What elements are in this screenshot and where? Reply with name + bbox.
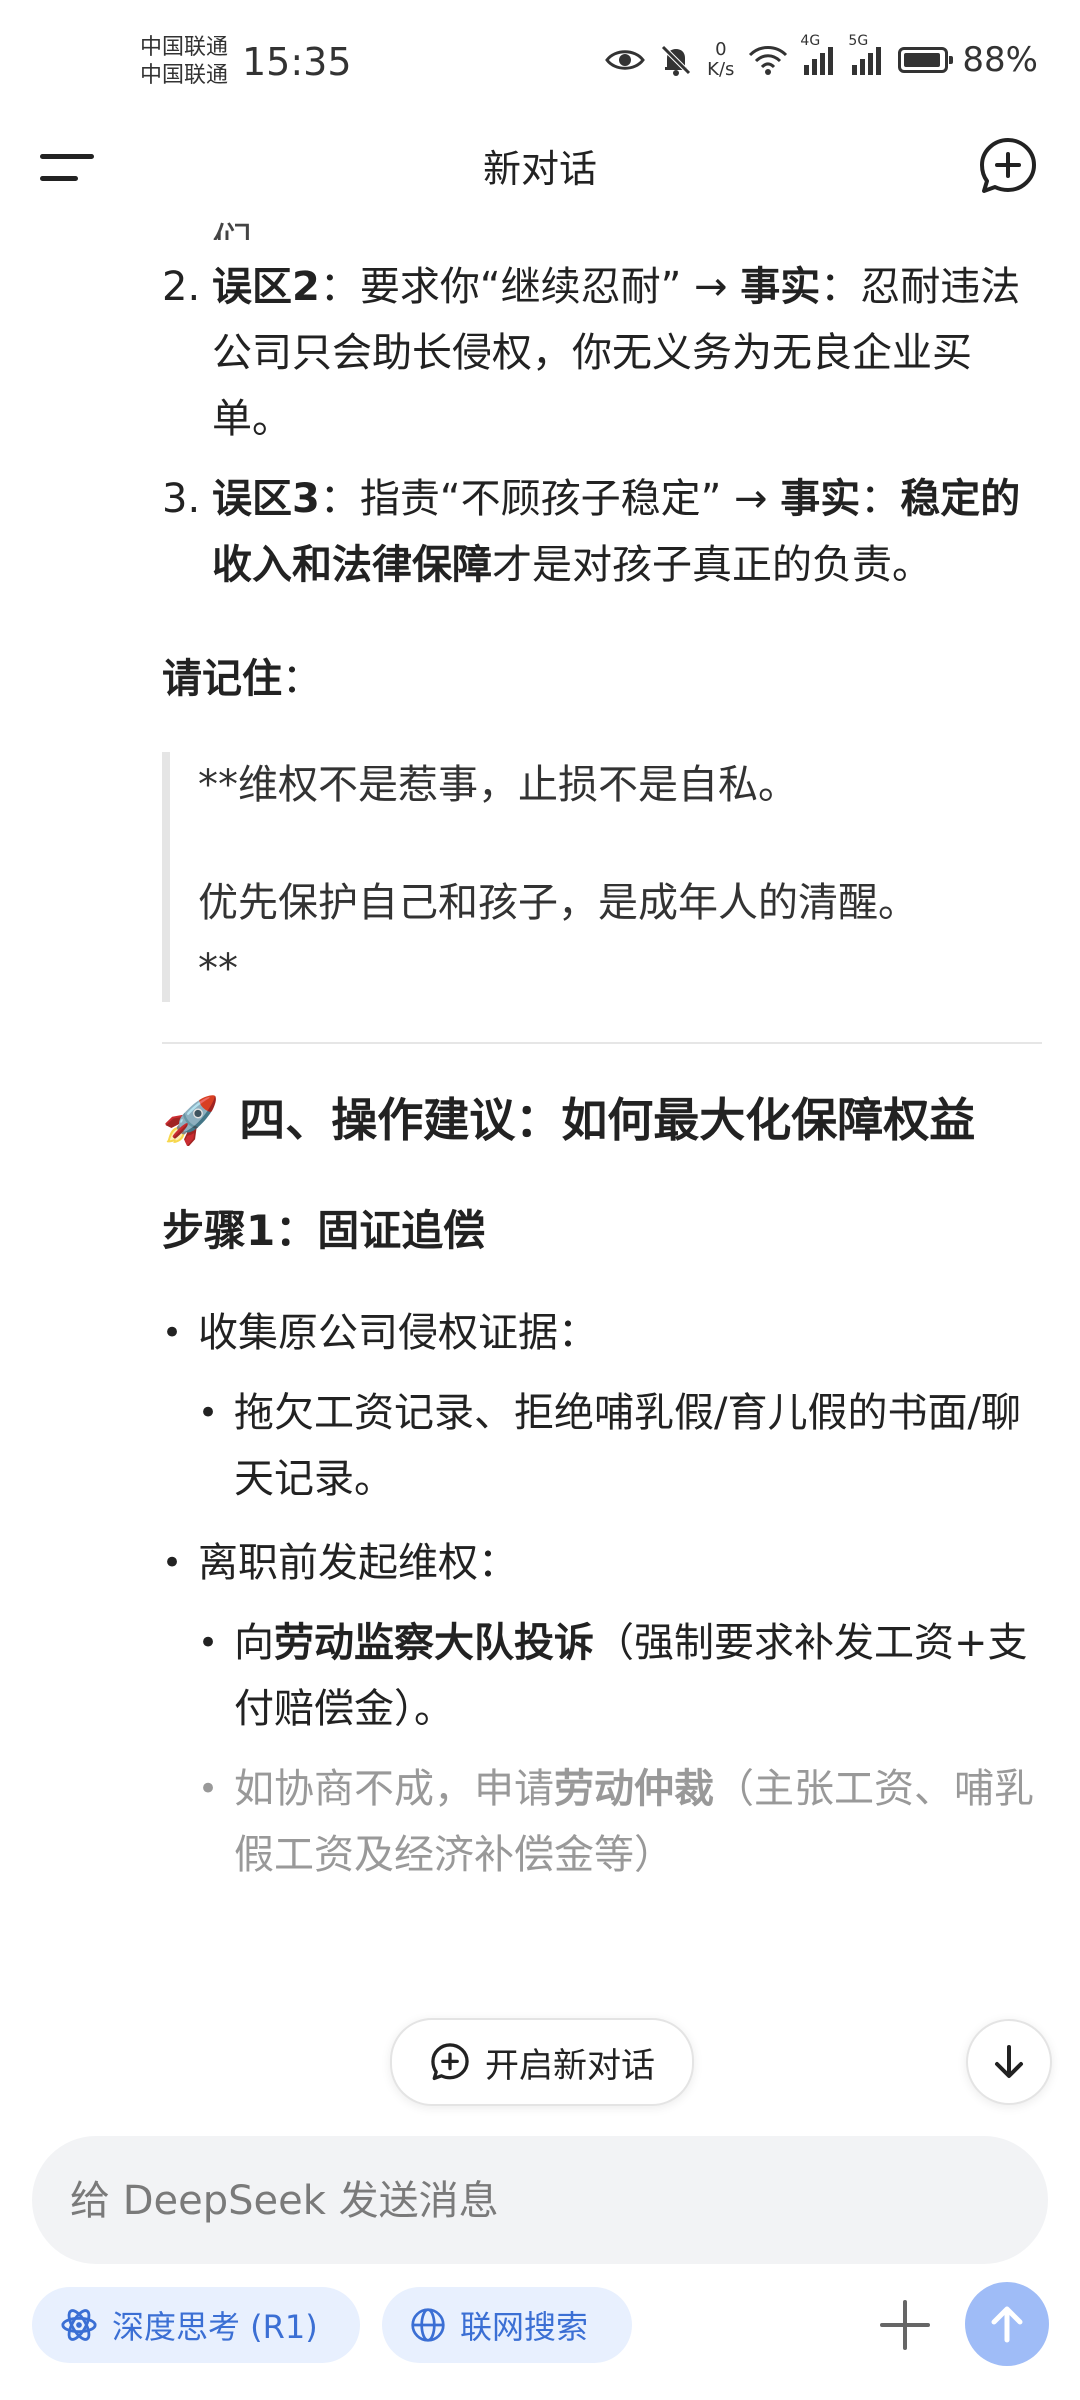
- status-icons: 0 K/s 4G 5G 88%: [605, 33, 1038, 80]
- myth-label: 误区3: [212, 476, 320, 522]
- fact-label: 事实: [740, 264, 821, 310]
- section-title: 四、操作建议：如何最大化保障权益: [239, 1093, 976, 1147]
- section-heading: 🚀 四、操作建议：如何最大化保障权益: [162, 1086, 1042, 1154]
- bullet-text: 如协商不成，申请: [234, 1766, 554, 1812]
- fact-colon: ：: [860, 476, 901, 522]
- bullet-list: 收集原公司侵权证据： 拖欠工资记录、拒绝哺乳假/育儿假的书面/聊天记录。 离职前…: [162, 1300, 1042, 1888]
- list-item: 拖欠工资记录、拒绝哺乳假/育儿假的书面/聊天记录。: [198, 1380, 1042, 1512]
- myth-label: 误区2: [212, 264, 320, 310]
- list-item: 如协商不成，申请劳动仲裁（主张工资、哺乳假工资及经济补偿金等）: [198, 1756, 1042, 1888]
- message-input[interactable]: [68, 2136, 1012, 2266]
- cutoff-text: 们。: [212, 210, 1042, 240]
- net-speed: 0 K/s: [707, 40, 734, 80]
- signal-1-label: 4G: [800, 33, 821, 49]
- quote-line: 优先保护自己和孩子，是成年人的清醒。: [198, 880, 918, 926]
- assistant-message: 们。 2. 误区2：要求你“继续忍耐” → 事实：忍耐违法公司只会助长侵权，你无…: [162, 210, 1042, 2090]
- battery-percent: 88%: [962, 40, 1038, 80]
- mute-bell-icon: [661, 45, 691, 76]
- myth-text: ：指责“不顾孩子稳定” →: [319, 476, 781, 522]
- scroll-down-button[interactable]: [966, 2019, 1052, 2105]
- arrow-down-icon: [995, 2045, 1023, 2078]
- quote-line: **维权不是惹事，止损不是自私。: [198, 762, 798, 808]
- eye-icon: [605, 50, 646, 70]
- wifi-icon: [749, 46, 788, 75]
- net-speed-value: 0: [715, 39, 727, 60]
- quote-gap: [198, 818, 1042, 870]
- list-item: 收集原公司侵权证据： 拖欠工资记录、拒绝哺乳假/育儿假的书面/聊天记录。: [162, 1300, 1042, 1512]
- list-item: 2. 误区2：要求你“继续忍耐” → 事实：忍耐违法公司只会助长侵权，你无义务为…: [162, 254, 1042, 452]
- web-search-label: 联网搜索: [460, 2308, 589, 2346]
- signal-2: 5G: [848, 33, 884, 75]
- remember-colon: ：: [282, 656, 322, 702]
- list-number: 3.: [162, 476, 201, 522]
- divider: [162, 1042, 1042, 1044]
- step-heading: 步骤1：固证追偿: [162, 1206, 486, 1255]
- myth-list: 2. 误区2：要求你“继续忍耐” → 事实：忍耐违法公司只会助长侵权，你无义务为…: [162, 254, 1042, 598]
- carrier-2: 中国联通: [140, 63, 229, 88]
- signal-2-label: 5G: [848, 33, 869, 49]
- status-time: 15:35: [242, 40, 352, 84]
- new-chat-label: 开启新对话: [485, 2045, 655, 2086]
- new-chat-button[interactable]: 开启新对话: [390, 2018, 694, 2106]
- rocket-icon: 🚀: [162, 1093, 220, 1147]
- bullet-emphasis: 劳动仲裁: [554, 1766, 714, 1812]
- list-item: 3. 误区3：指责“不顾孩子稳定” → 事实：稳定的收入和法律保障才是对孩子真正…: [162, 466, 1042, 598]
- app-header: 新对话: [0, 130, 1080, 210]
- web-search-toggle[interactable]: 联网搜索: [382, 2287, 632, 2363]
- signal-bars-icon: [852, 47, 882, 75]
- bullet-text: 拖欠工资记录、拒绝哺乳假/育儿假的书面/聊天记录。: [234, 1390, 1021, 1502]
- fact-text: 才是对孩子真正的负责。: [492, 542, 932, 588]
- quote-line: **: [198, 946, 238, 992]
- battery-icon: [898, 47, 954, 73]
- sub-list: 向劳动监察大队投诉（强制要求补发工资+支付赔偿金）。 如协商不成，申请劳动仲裁（…: [198, 1610, 1042, 1888]
- new-chat-icon[interactable]: [976, 134, 1040, 198]
- send-button[interactable]: [965, 2282, 1049, 2366]
- deep-think-label: 深度思考 (R1): [112, 2308, 318, 2346]
- plus-icon[interactable]: [870, 2290, 940, 2360]
- fact-label: 事实: [780, 476, 861, 522]
- sub-list: 拖欠工资记录、拒绝哺乳假/育儿假的书面/聊天记录。: [198, 1380, 1042, 1512]
- net-speed-unit: K/s: [707, 59, 735, 80]
- blockquote: **维权不是惹事，止损不是自私。 优先保护自己和孩子，是成年人的清醒。 **: [162, 752, 1042, 1002]
- message-input-container: [32, 2136, 1048, 2266]
- page-title: 新对话: [482, 147, 597, 191]
- status-bar: 中国联通 中国联通 15:35 0 K/s 4G 5G 88%: [0, 0, 1080, 130]
- bullet-emphasis: 劳动监察大队投诉: [274, 1620, 594, 1666]
- list-item: 向劳动监察大队投诉（强制要求补发工资+支付赔偿金）。: [198, 1610, 1042, 1742]
- carrier-info: 中国联通 中国联通: [140, 34, 228, 90]
- atom-icon: [61, 2309, 97, 2341]
- bullet-text: 向: [234, 1620, 274, 1666]
- remember-heading: 请记住：: [162, 646, 1042, 712]
- new-chat-icon: [431, 2043, 469, 2081]
- carrier-1: 中国联通: [140, 35, 229, 60]
- list-item: 离职前发起维权： 向劳动监察大队投诉（强制要求补发工资+支付赔偿金）。 如协商不…: [162, 1530, 1042, 1888]
- arrow-up-icon: [991, 2306, 1023, 2343]
- signal-1: 4G: [800, 33, 836, 75]
- list-number: 2.: [162, 264, 201, 310]
- remember-label: 请记住: [162, 656, 282, 702]
- globe-icon: [411, 2308, 445, 2342]
- bullet-text: 收集原公司侵权证据：: [198, 1310, 598, 1356]
- deep-think-toggle[interactable]: 深度思考 (R1): [32, 2287, 360, 2363]
- myth-text: ：要求你“继续忍耐” →: [319, 264, 741, 310]
- bullet-text: 离职前发起维权：: [198, 1540, 518, 1586]
- signal-bars-icon: [804, 47, 834, 75]
